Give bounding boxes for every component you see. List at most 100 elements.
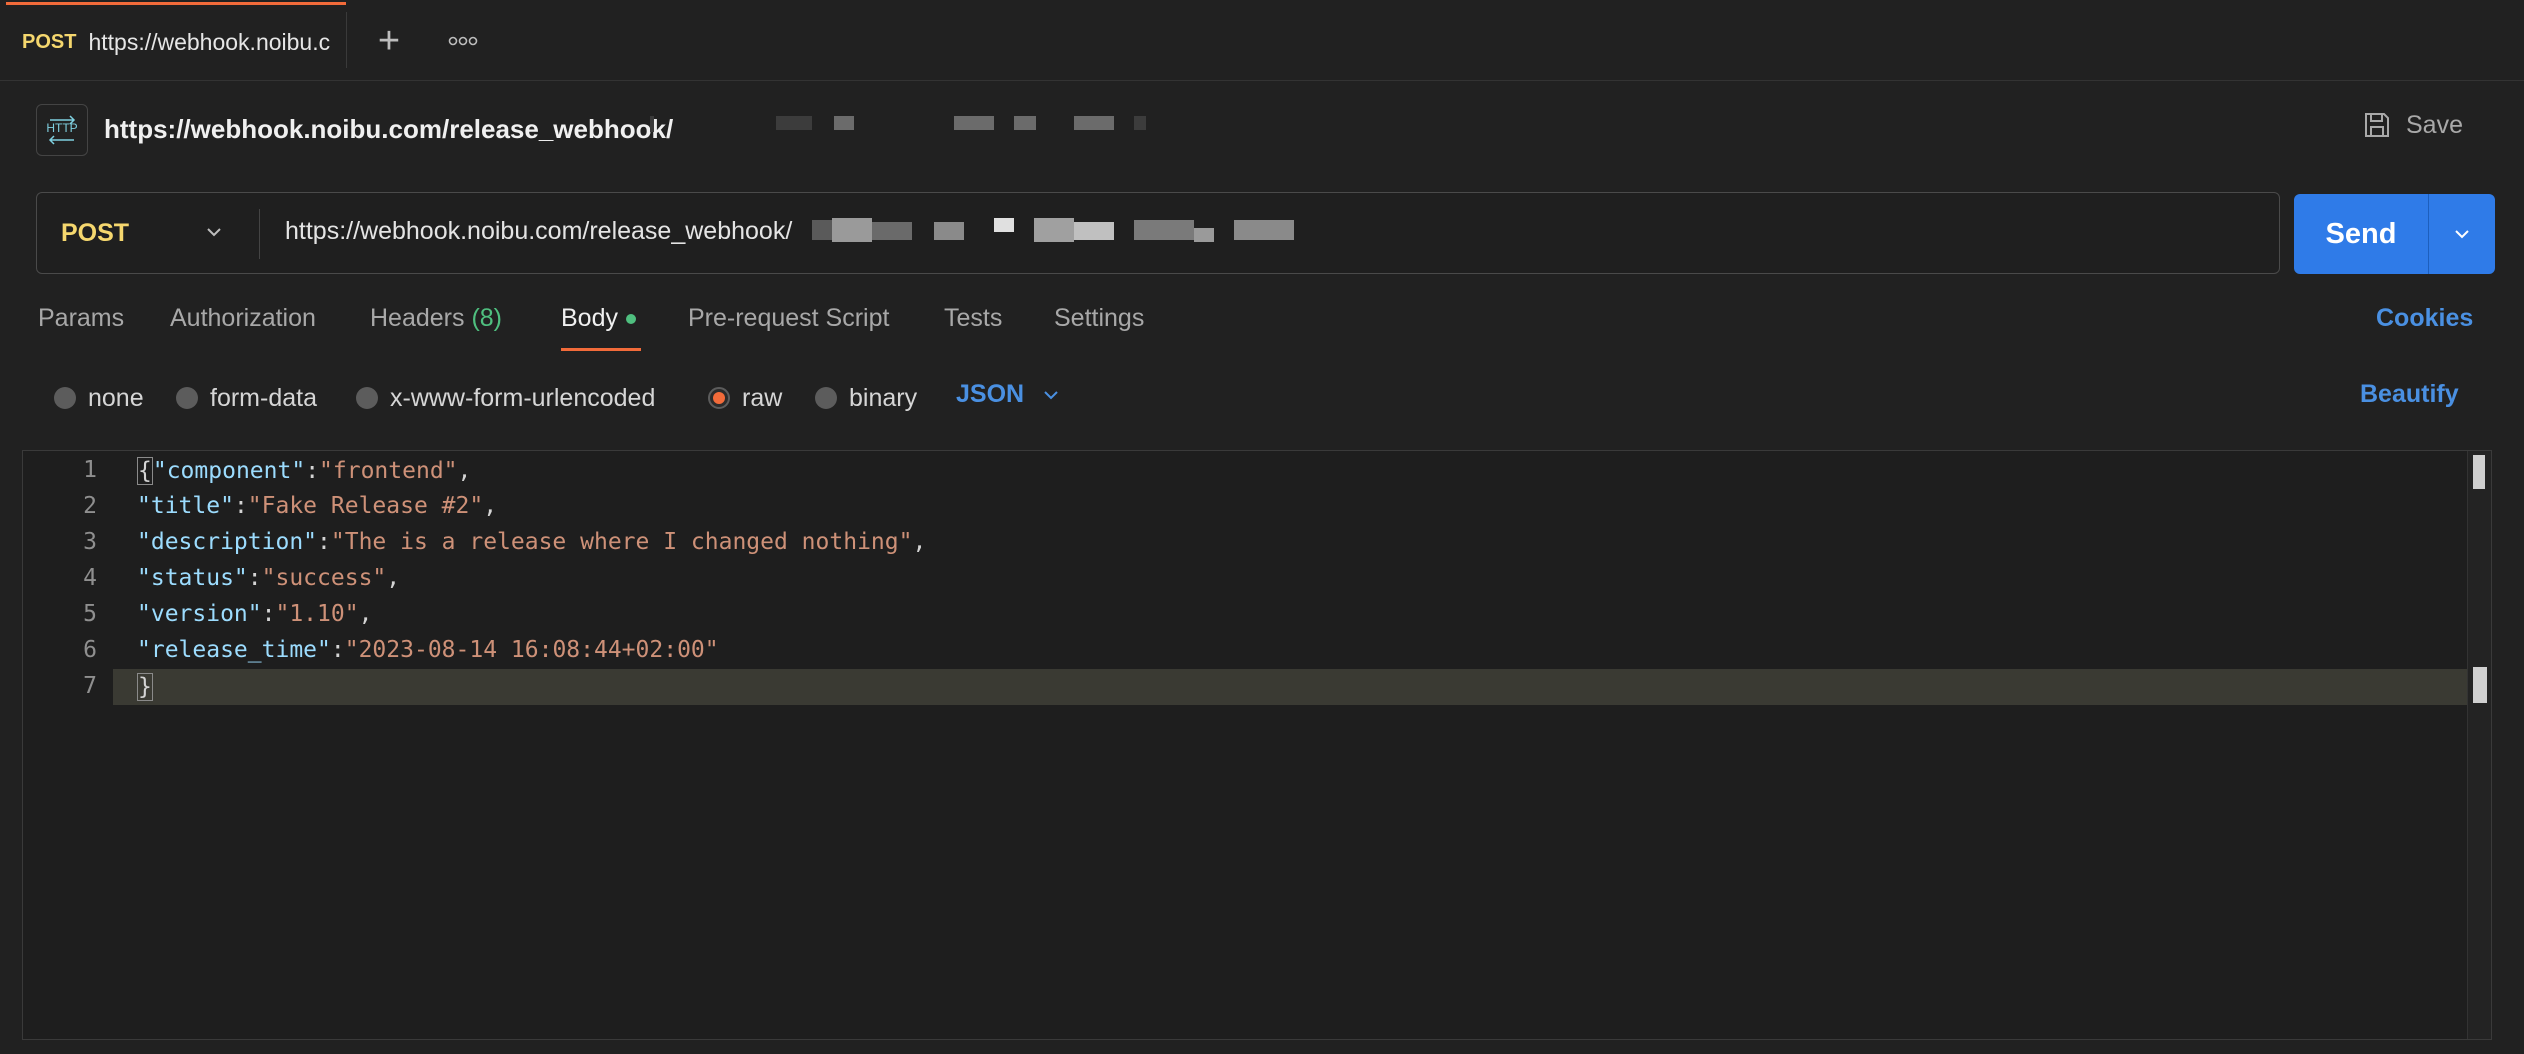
- radio-form-data[interactable]: form-data: [176, 380, 317, 416]
- tab-title: https://webhook.noibu.c: [88, 29, 331, 55]
- tab-body[interactable]: Body: [561, 304, 636, 333]
- radio-form-data-indicator: [176, 387, 198, 409]
- json-colon: :: [330, 637, 345, 663]
- json-colon: :: [305, 458, 320, 484]
- code-line: "title":"Fake Release #2",: [137, 493, 497, 519]
- http-icon-text: HTTP: [46, 121, 77, 135]
- line-number: 3: [83, 529, 97, 555]
- json-value: "Fake Release #2": [247, 493, 484, 519]
- redacted-block: [1074, 116, 1114, 130]
- send-button[interactable]: Send: [2294, 194, 2428, 274]
- tab-authorization[interactable]: Authorization: [170, 304, 316, 333]
- json-value: "success": [261, 565, 387, 591]
- code-line: "status":"success",: [137, 565, 400, 591]
- code-editor[interactable]: 1 2 3 4 5 6 7 {"component":"frontend", "…: [22, 450, 2492, 1040]
- save-button[interactable]: Save: [2362, 110, 2463, 140]
- redacted-block: [934, 222, 964, 240]
- request-tab[interactable]: POST https://webhook.noibu.c: [6, 2, 346, 80]
- redacted-block: [1194, 228, 1214, 242]
- request-name[interactable]: https://webhook.noibu.com/release_webhoo…: [104, 114, 673, 145]
- tab-bar: POST https://webhook.noibu.c +: [0, 0, 2524, 81]
- redacted-block: [994, 218, 1014, 232]
- json-key: "description": [137, 529, 318, 555]
- save-icon: [2365, 113, 2389, 137]
- radio-binary-indicator: [815, 387, 837, 409]
- radio-form-data-label: form-data: [210, 383, 317, 412]
- json-value: "The is a release where I changed nothin…: [330, 529, 913, 555]
- json-key: "title": [137, 493, 234, 519]
- active-tab-underline: [561, 348, 641, 351]
- redacted-block: [872, 222, 912, 240]
- line-number: 4: [83, 565, 97, 591]
- tab-headers[interactable]: Headers (8): [370, 304, 502, 333]
- line-number: 7: [83, 673, 97, 699]
- json-colon: :: [233, 493, 248, 519]
- radio-urlencoded-indicator: [356, 387, 378, 409]
- code-line: }: [137, 673, 153, 701]
- line-number: 2: [83, 493, 97, 519]
- json-colon: :: [261, 601, 276, 627]
- tab-pre-request-script[interactable]: Pre-request Script: [688, 304, 889, 333]
- radio-none-indicator: [54, 387, 76, 409]
- json-key: "status": [137, 565, 248, 591]
- radio-binary-label: binary: [849, 383, 918, 412]
- tab-params[interactable]: Params: [38, 304, 124, 333]
- radio-raw-indicator: [708, 387, 730, 409]
- url-input[interactable]: https://webhook.noibu.com/release_webhoo…: [285, 217, 792, 246]
- redacted-block: [1074, 222, 1114, 240]
- radio-raw[interactable]: raw: [708, 380, 782, 416]
- close-brace: }: [137, 673, 153, 701]
- json-comma: ,: [358, 601, 373, 627]
- json-comma: ,: [457, 458, 472, 484]
- tab-headers-label: Headers: [370, 304, 465, 332]
- body-format-value: JSON: [956, 380, 1025, 408]
- http-request-icon: HTTP: [36, 104, 88, 156]
- body-modified-indicator: [625, 314, 636, 325]
- tab-method: POST: [22, 31, 77, 53]
- json-value: "frontend": [319, 458, 458, 484]
- body-format-select[interactable]: JSON: [956, 380, 1062, 409]
- json-comma: ,: [912, 529, 927, 555]
- method-value: POST: [61, 218, 130, 247]
- open-brace: {: [137, 457, 153, 485]
- json-comma: ,: [386, 565, 401, 591]
- line-number: 6: [83, 637, 97, 663]
- redacted-block: [832, 218, 872, 242]
- redacted-block: [650, 116, 654, 132]
- new-tab-plus-icon[interactable]: +: [366, 18, 412, 64]
- redacted-block: [1034, 218, 1074, 242]
- code-line: {"component":"frontend",: [137, 457, 471, 485]
- editor-scrollbar[interactable]: [2467, 451, 2491, 1039]
- redacted-block: [1134, 220, 1194, 240]
- redacted-block: [1234, 220, 1294, 240]
- json-key: "release_time": [137, 637, 331, 663]
- json-key: "version": [137, 601, 262, 627]
- json-key: "component": [152, 458, 306, 484]
- headers-count-badge: (8): [471, 304, 503, 332]
- redacted-block: [1134, 116, 1146, 130]
- ellipsis-icon: [448, 36, 478, 46]
- radio-urlencoded[interactable]: x-www-form-urlencoded: [356, 380, 655, 416]
- radio-none-label: none: [88, 383, 144, 412]
- json-comma: ,: [483, 493, 498, 519]
- radio-urlencoded-label: x-www-form-urlencoded: [390, 383, 656, 412]
- tab-tests[interactable]: Tests: [944, 304, 1002, 333]
- tab-settings[interactable]: Settings: [1054, 304, 1144, 333]
- send-options-button[interactable]: [2428, 194, 2495, 274]
- more-options-icon[interactable]: [440, 18, 486, 64]
- cookies-link[interactable]: Cookies: [2376, 304, 2473, 333]
- radio-none[interactable]: none: [54, 380, 144, 416]
- method-select[interactable]: POST: [37, 193, 259, 273]
- code-line: "description":"The is a release where I …: [137, 529, 926, 555]
- send-label: Send: [2325, 217, 2397, 250]
- redacted-block: [954, 116, 994, 130]
- beautify-button[interactable]: Beautify: [2360, 380, 2459, 409]
- current-line-highlight: [113, 669, 2491, 705]
- scrollbar-thumb[interactable]: [2473, 455, 2485, 489]
- chevron-down-icon: [1044, 390, 1058, 399]
- json-value: "2023-08-14 16:08:44+02:00": [344, 637, 719, 663]
- radio-binary[interactable]: binary: [815, 380, 917, 416]
- code-line: "version":"1.10",: [137, 601, 372, 627]
- redacted-block: [776, 116, 812, 130]
- line-number: 5: [83, 601, 97, 627]
